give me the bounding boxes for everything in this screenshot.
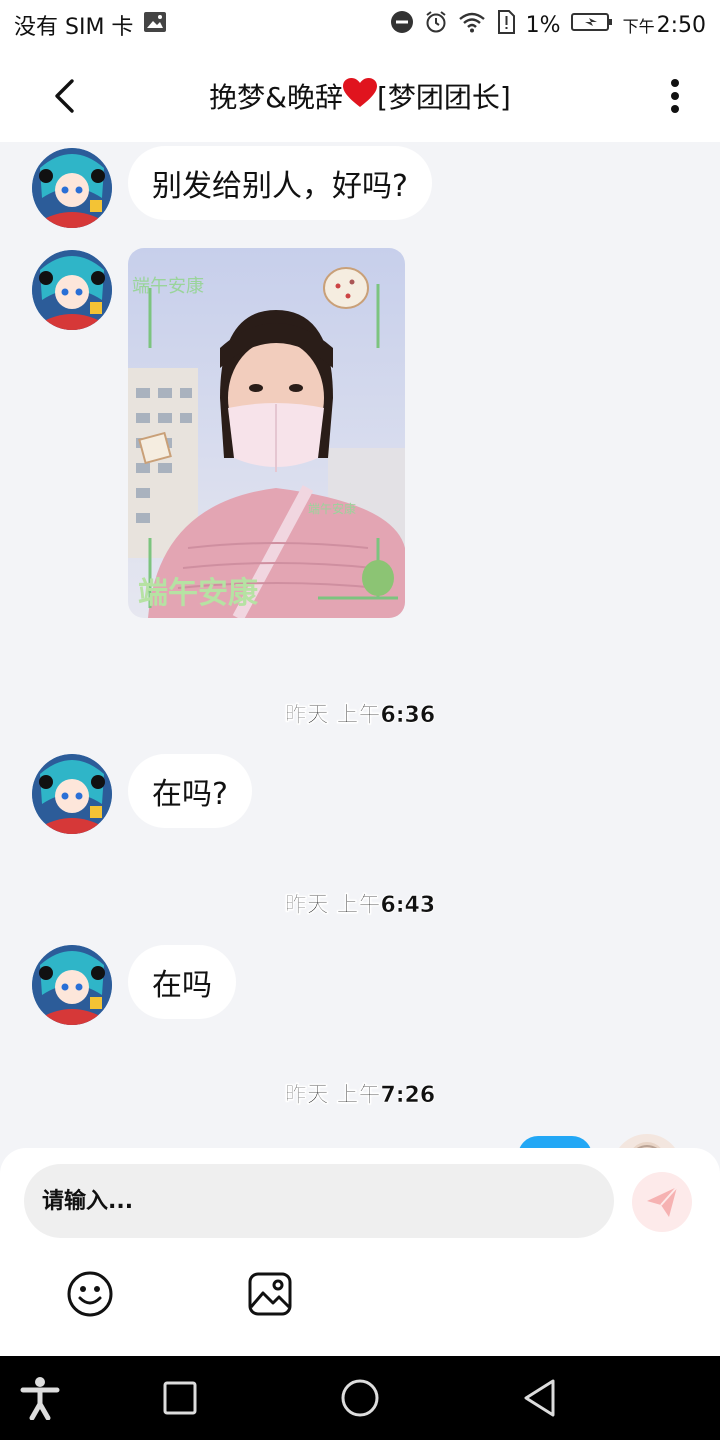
message-timestamp: 昨天 上午7:26 — [284, 1083, 436, 1109]
send-button[interactable] — [632, 1172, 692, 1232]
chat-title-tag: [梦团团长] — [376, 81, 511, 114]
outgoing-message-bubble[interactable] — [518, 1136, 592, 1148]
emoji-button[interactable] — [66, 1270, 114, 1318]
message-text: 在吗 — [152, 968, 212, 1003]
battery-alert-icon — [496, 10, 516, 40]
avatar[interactable] — [32, 148, 112, 228]
gallery-notification-icon — [143, 11, 167, 39]
triangle-left-icon — [524, 1379, 555, 1417]
square-icon — [163, 1381, 197, 1415]
time-period: 下午 — [622, 17, 655, 36]
avatar[interactable] — [32, 754, 112, 834]
chat-title-name: 挽梦&晚辞 — [209, 81, 343, 114]
incoming-message-bubble[interactable]: 别发给别人，好吗? — [128, 146, 432, 220]
message-input[interactable] — [24, 1164, 614, 1238]
message-timestamp: 昨天 上午6:36 — [284, 703, 436, 729]
image-picture-icon — [248, 1272, 292, 1316]
wifi-icon — [458, 11, 486, 39]
svg-text:端午安康: 端午安康 — [132, 276, 204, 297]
circle-icon — [341, 1379, 379, 1417]
my-avatar[interactable] — [612, 1134, 682, 1148]
avatar[interactable] — [32, 945, 112, 1025]
system-navigation-bar — [0, 1356, 720, 1440]
status-bar: 没有 SIM 卡 1% 下午 2:50 — [0, 0, 720, 50]
accessibility-button[interactable] — [12, 1370, 68, 1426]
message-text: 在吗? — [152, 777, 228, 812]
avatar[interactable] — [32, 250, 112, 330]
battery-percent: 1% — [525, 12, 561, 38]
smiley-face-icon — [67, 1271, 113, 1317]
chat-header: 挽梦&晚辞 [梦团团长] — [0, 50, 720, 142]
do-not-disturb-icon — [390, 10, 414, 40]
more-vertical-icon — [671, 79, 679, 113]
image-message[interactable]: 端午安康 端午安康 端午安康 — [128, 248, 405, 618]
svg-text:端午安康: 端午安康 — [308, 501, 356, 516]
paper-plane-icon — [647, 1186, 678, 1217]
composer-panel — [0, 1148, 720, 1356]
more-options-button[interactable] — [660, 76, 690, 116]
recents-button[interactable] — [152, 1370, 208, 1426]
message-text: 别发给别人，好吗? — [152, 169, 408, 204]
incoming-message-bubble[interactable]: 在吗 — [128, 945, 236, 1019]
heart-icon — [342, 77, 377, 115]
battery-charging-icon — [570, 12, 613, 38]
image-button[interactable] — [246, 1270, 294, 1318]
clock: 2:50 — [656, 12, 706, 38]
message-list[interactable]: 别发给别人，好吗? 端午安康 端午安康 端午安康 昨天 上午6:36 在吗? 昨… — [0, 142, 720, 1148]
chat-title: 挽梦&晚辞 [梦团团长] — [0, 50, 720, 142]
message-timestamp: 昨天 上午6:43 — [284, 893, 436, 919]
incoming-message-bubble[interactable]: 在吗? — [128, 754, 252, 828]
carrier-label: 没有 SIM 卡 — [14, 15, 134, 40]
svg-text:端午安康: 端午安康 — [138, 576, 259, 611]
back-button[interactable] — [44, 76, 84, 116]
accessibility-icon — [20, 1377, 60, 1420]
chevron-left-icon — [55, 79, 74, 113]
alarm-icon — [424, 10, 448, 40]
back-nav-button[interactable] — [512, 1370, 568, 1426]
home-button[interactable] — [332, 1370, 388, 1426]
